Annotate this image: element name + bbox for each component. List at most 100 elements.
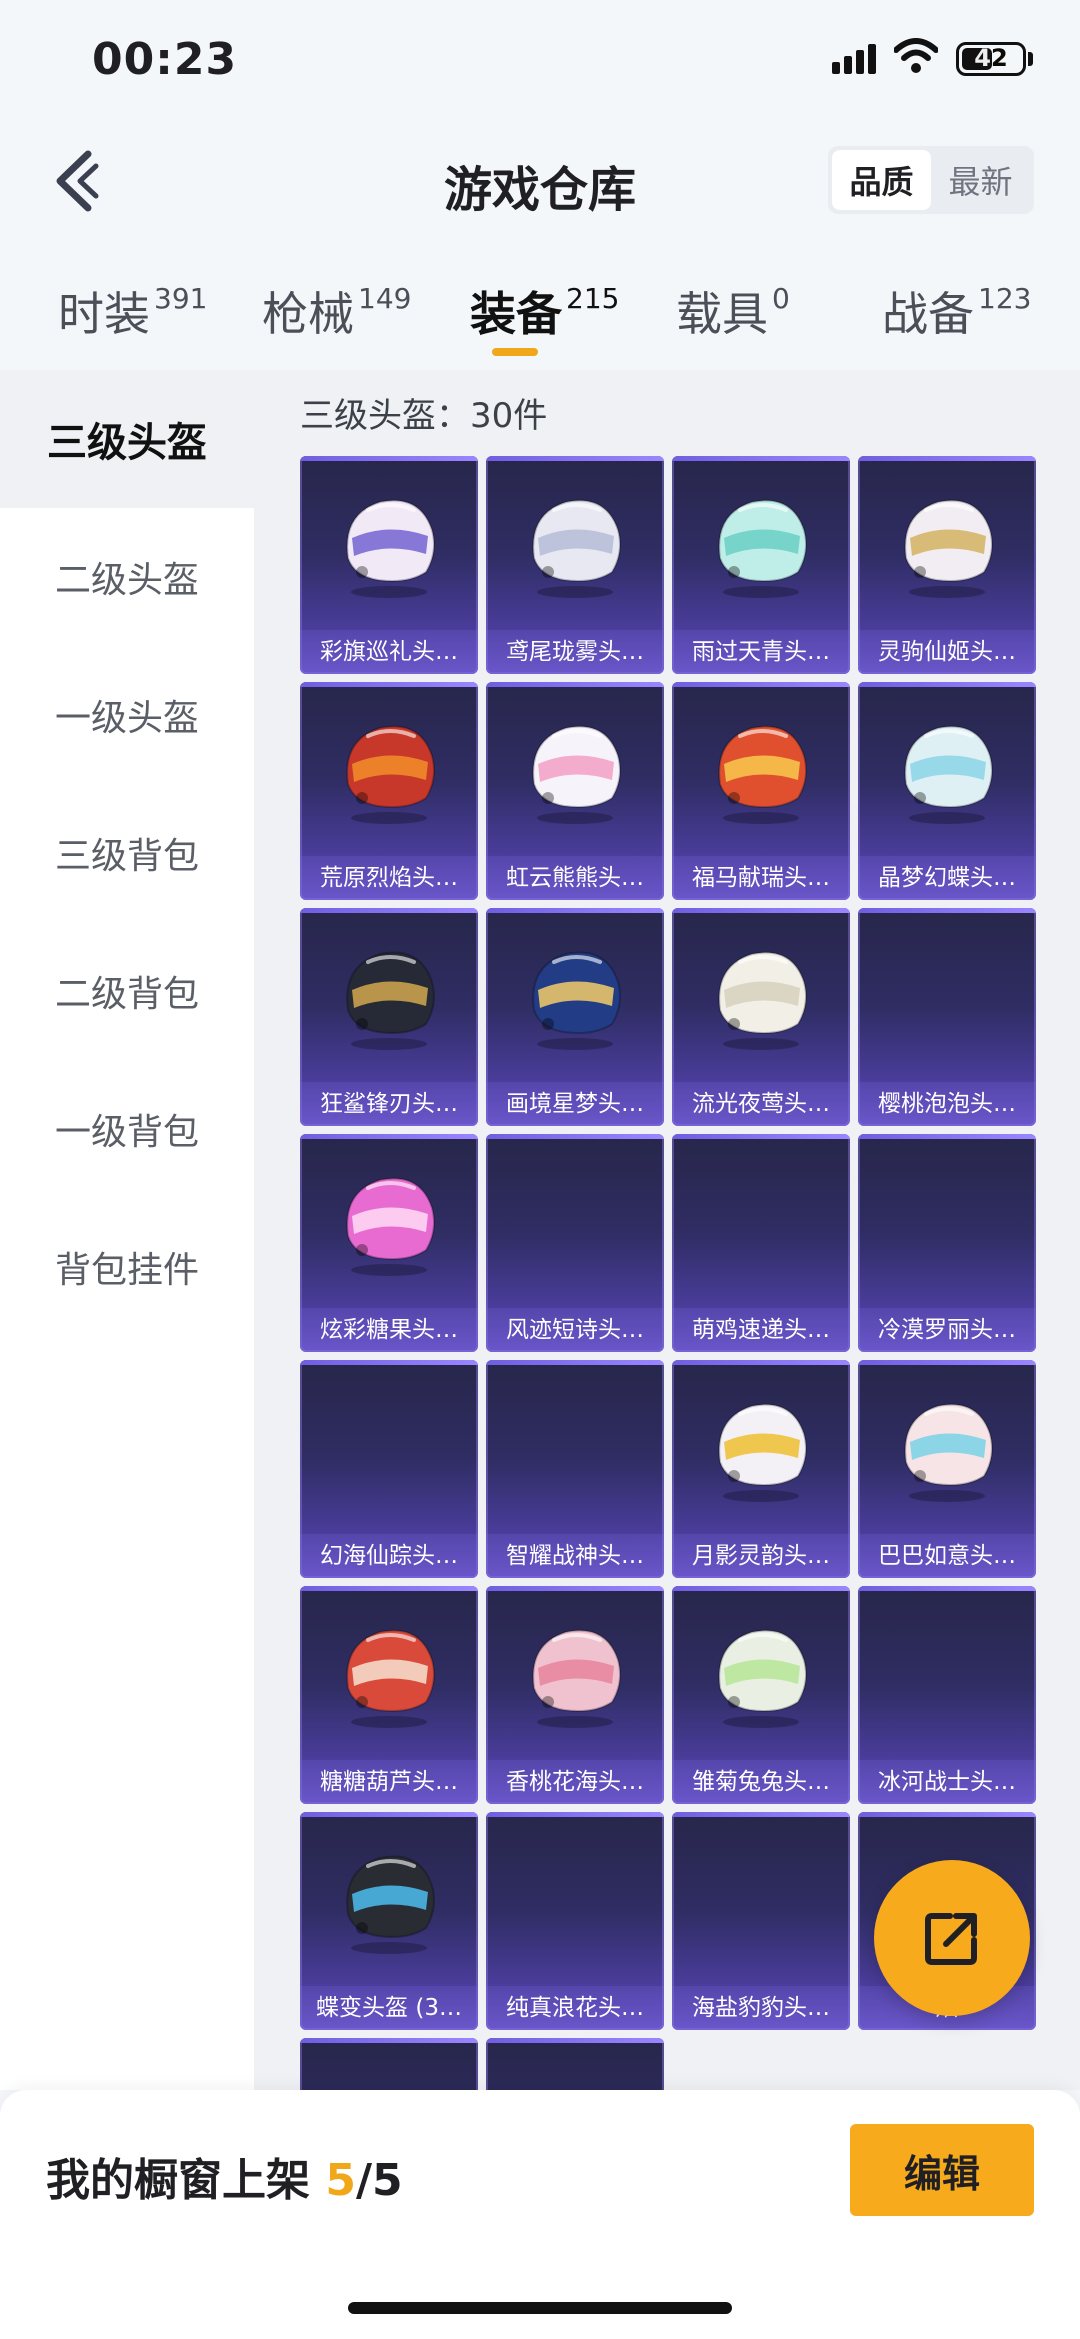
item-card[interactable]: 香桃花海头…: [486, 1586, 664, 1804]
helmet-icon: [886, 480, 1008, 602]
tab-count: 149: [358, 282, 412, 315]
item-name: 糖糖葫芦头…: [300, 1760, 478, 1804]
tab-vehicles[interactable]: 载具 0: [676, 278, 790, 344]
share-fab[interactable]: [874, 1860, 1030, 2016]
signal-icon: [832, 44, 878, 74]
tab-label: 战备: [882, 287, 974, 341]
tab-equipment[interactable]: 装备 215: [470, 278, 619, 344]
item-card[interactable]: 灵驹仙姬头…: [858, 456, 1036, 674]
helmet-icon: [328, 706, 450, 828]
tab-weapons[interactable]: 枪械 149: [262, 278, 411, 344]
item-card[interactable]: 晶梦幻蝶头…: [858, 682, 1036, 900]
helmet-icon: [886, 1384, 1008, 1506]
edit-button[interactable]: 编辑: [850, 2124, 1034, 2216]
sort-quality-button[interactable]: 品质: [832, 150, 931, 210]
item-name: 香桃花海头…: [486, 1760, 664, 1804]
item-card[interactable]: 蝶变头盔 (3…: [300, 1812, 478, 2030]
item-card[interactable]: 糖糖葫芦头…: [300, 1586, 478, 1804]
item-card[interactable]: 巴巴如意头…: [858, 1360, 1036, 1578]
item-card[interactable]: 画境星梦头…: [486, 908, 664, 1126]
item-card[interactable]: 海盐豹豹头…: [672, 1812, 850, 2030]
item-card[interactable]: 福马献瑞头…: [672, 682, 850, 900]
showcase-status: 我的橱窗上架 5/5: [46, 2144, 403, 2208]
item-card[interactable]: 荒原烈焰头…: [300, 682, 478, 900]
item-name: 海盐豹豹头…: [672, 1986, 850, 2030]
item-card[interactable]: 虹云熊熊头…: [486, 682, 664, 900]
item-count-label: 三级头盔：30件: [300, 396, 548, 436]
item-card[interactable]: 流光夜莺头…: [672, 908, 850, 1126]
item-card[interactable]: 风迹短诗头…: [486, 1134, 664, 1352]
item-card[interactable]: [486, 2038, 664, 2090]
item-card[interactable]: 冰河战士头…: [858, 1586, 1036, 1804]
category-tabs: 时装 391 枪械 149 装备 215 载具 0 战备 123: [0, 260, 1080, 370]
showcase-label: 我的橱窗上架: [46, 2155, 310, 2206]
item-name: 福马献瑞头…: [672, 856, 850, 900]
item-card[interactable]: 幻海仙踪头…: [300, 1360, 478, 1578]
item-card[interactable]: 纯真浪花头…: [486, 1812, 664, 2030]
tab-count: 0: [772, 282, 790, 315]
item-card[interactable]: 冷漠罗丽头…: [858, 1134, 1036, 1352]
item-name: 冷漠罗丽头…: [858, 1308, 1036, 1352]
sidebar-item-backpack-charm[interactable]: 背包挂件: [0, 1198, 254, 1336]
helmet-icon: [328, 1158, 450, 1280]
item-name: 雨过天青头…: [672, 630, 850, 674]
item-card[interactable]: 鸢尾珑雾头…: [486, 456, 664, 674]
sort-toggle: 品质 最新: [828, 146, 1034, 214]
item-name: 荒原烈焰头…: [300, 856, 478, 900]
item-card[interactable]: 樱桃泡泡头…: [858, 908, 1036, 1126]
item-name: 炫彩糖果头…: [300, 1308, 478, 1352]
item-card[interactable]: 萌鸡速递头…: [672, 1134, 850, 1352]
sidebar-item-level1-backpack[interactable]: 一级背包: [0, 1060, 254, 1198]
item-name: 樱桃泡泡头…: [858, 1082, 1036, 1126]
item-name: 彩旗巡礼头…: [300, 630, 478, 674]
helmet-icon: [328, 480, 450, 602]
battery-icon: 42: [956, 42, 1026, 76]
helmet-icon: [700, 706, 822, 828]
helmet-icon: [700, 1610, 822, 1732]
item-name: 虹云熊熊头…: [486, 856, 664, 900]
item-panel: 三级头盔：30件 彩旗巡礼头… 鸢尾珑雾头… 雨过天青头… 灵驹仙姬头… 荒原烈焰头… 虹…: [254, 370, 1080, 2090]
item-name: 月影灵韵头…: [672, 1534, 850, 1578]
item-name: 狂鲨锋刃头…: [300, 1082, 478, 1126]
tab-fashion[interactable]: 时装 391: [58, 278, 207, 344]
showcase-total: /5: [355, 2155, 403, 2206]
item-card[interactable]: [300, 2038, 478, 2090]
item-name: 纯真浪花头…: [486, 1986, 664, 2030]
home-indicator: [348, 2302, 732, 2314]
item-name: 晶梦幻蝶头…: [858, 856, 1036, 900]
header: 游戏仓库 品质 最新: [0, 120, 1080, 260]
item-name: 雏菊兔兔头…: [672, 1760, 850, 1804]
item-name: 鸢尾珑雾头…: [486, 630, 664, 674]
item-name: 冰河战士头…: [858, 1760, 1036, 1804]
bottom-bar: 我的橱窗上架 5/5 编辑: [0, 2090, 1080, 2339]
tab-label: 时装: [58, 287, 150, 341]
item-card[interactable]: 月影灵韵头…: [672, 1360, 850, 1578]
active-tab-indicator: [492, 348, 538, 356]
item-card[interactable]: 雏菊兔兔头…: [672, 1586, 850, 1804]
battery-cap: [1028, 52, 1033, 66]
item-name: 灵驹仙姬头…: [858, 630, 1036, 674]
sidebar-item-level3-helmet[interactable]: 三级头盔: [0, 370, 254, 508]
item-name: 幻海仙踪头…: [300, 1534, 478, 1578]
wifi-icon: [894, 38, 938, 73]
item-card[interactable]: 雨过天青头…: [672, 456, 850, 674]
helmet-icon: [514, 932, 636, 1054]
item-card[interactable]: 智耀战神头…: [486, 1360, 664, 1578]
item-card[interactable]: 彩旗巡礼头…: [300, 456, 478, 674]
status-bar: 00:23 42: [0, 0, 1080, 120]
helmet-icon: [514, 1610, 636, 1732]
item-card[interactable]: 狂鲨锋刃头…: [300, 908, 478, 1126]
helmet-icon: [328, 1610, 450, 1732]
showcase-count: 5: [325, 2155, 356, 2206]
sidebar-item-level3-backpack[interactable]: 三级背包: [0, 784, 254, 922]
tab-count: 391: [154, 282, 208, 315]
item-name: 流光夜莺头…: [672, 1082, 850, 1126]
sidebar-item-level2-backpack[interactable]: 二级背包: [0, 922, 254, 1060]
tab-label: 载具: [676, 287, 768, 341]
item-name: 萌鸡速递头…: [672, 1308, 850, 1352]
sort-newest-button[interactable]: 最新: [931, 150, 1030, 210]
item-card[interactable]: 炫彩糖果头…: [300, 1134, 478, 1352]
sidebar-item-level1-helmet[interactable]: 一级头盔: [0, 646, 254, 784]
tab-supplies[interactable]: 战备 123: [882, 278, 1031, 344]
sidebar-item-level2-helmet[interactable]: 二级头盔: [0, 508, 254, 646]
